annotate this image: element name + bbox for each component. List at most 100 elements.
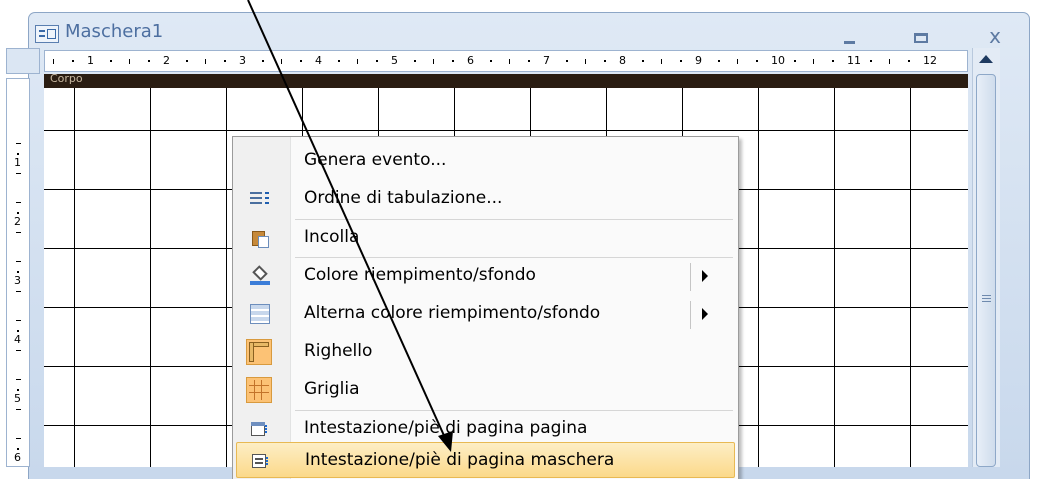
ruler-tick — [338, 60, 340, 62]
menu-item-intestazione-maschera[interactable]: Intestazione/piè di pagina maschera — [236, 442, 735, 478]
page-header-icon — [250, 419, 270, 439]
submenu-divider — [690, 301, 691, 329]
ruler-tick — [509, 59, 510, 64]
ruler-tick — [186, 60, 188, 62]
scroll-thumb[interactable] — [976, 74, 996, 467]
vertical-scrollbar[interactable] — [972, 48, 1000, 467]
checked-indicator — [246, 377, 272, 403]
ruler-number: 6 — [467, 54, 474, 67]
scroll-up-arrow-icon[interactable] — [973, 48, 1000, 70]
ruler-tick — [452, 60, 454, 62]
ruler-tick — [642, 60, 644, 62]
ruler-tick — [813, 59, 814, 64]
ruler-tick — [16, 350, 21, 351]
ruler-tick — [585, 59, 586, 64]
ruler-tick — [300, 60, 302, 62]
ruler-tick — [224, 60, 226, 62]
menu-item-label: Intestazione/piè di pagina maschera — [305, 450, 615, 470]
ruler-tick — [17, 330, 19, 332]
menu-item-label: Alterna colore riempimento/sfondo — [304, 303, 601, 323]
ruler-tick — [16, 320, 21, 321]
ruler-tick — [756, 60, 758, 62]
menu-item-label: Griglia — [304, 379, 360, 399]
ruler-tick — [870, 60, 872, 62]
ruler-tick — [16, 202, 21, 203]
paste-icon — [250, 228, 270, 248]
ruler-number: 1 — [87, 54, 94, 67]
ruler-tick — [16, 173, 21, 174]
ruler-tick — [908, 60, 910, 62]
menu-item-genera-evento[interactable]: Genera evento... — [236, 142, 735, 180]
ruler-tick — [17, 212, 19, 214]
ruler-tick — [433, 59, 434, 64]
fill-color-icon — [250, 265, 270, 286]
menu-item-label: Ordine di tabulazione... — [304, 188, 503, 208]
ruler-tick — [17, 448, 19, 450]
section-label: Corpo — [50, 72, 83, 85]
menu-item-griglia[interactable]: Griglia — [236, 371, 735, 409]
ruler-tick — [737, 59, 738, 64]
ruler-tick — [357, 59, 358, 64]
form-header-icon — [251, 451, 271, 471]
menu-item-label: Colore riempimento/sfondo — [304, 265, 536, 285]
menu-item-incolla[interactable]: Incolla — [236, 219, 735, 257]
close-button[interactable]: x — [975, 23, 1015, 49]
maximize-button[interactable] — [901, 23, 941, 49]
ruler-tick — [566, 60, 568, 62]
ruler-number: 8 — [619, 54, 626, 67]
context-menu: Genera evento... Ordine di tabulazione..… — [232, 136, 739, 479]
vertical-ruler[interactable]: 1 2 3 4 5 6 — [6, 78, 30, 467]
ruler-tick — [16, 379, 21, 380]
submenu-arrow-icon[interactable] — [702, 308, 708, 320]
ruler-tick — [794, 60, 796, 62]
ruler-number: 2 — [14, 215, 21, 228]
ruler-number: 12 — [923, 54, 937, 67]
ruler-tick — [53, 59, 54, 64]
minimize-button[interactable] — [829, 23, 869, 49]
ruler-number: 5 — [14, 392, 21, 405]
menu-item-label: Incolla — [304, 227, 360, 247]
ruler-tick — [16, 291, 21, 292]
ruler-number: 9 — [695, 54, 702, 67]
grid-icon — [249, 380, 269, 400]
ruler-tick — [490, 60, 492, 62]
ruler-tick — [528, 60, 530, 62]
menu-item-righello[interactable]: Righello — [236, 333, 735, 371]
ruler-number: 7 — [543, 54, 550, 67]
ruler-tick — [680, 60, 682, 62]
ruler-number: 1 — [14, 156, 21, 169]
menu-item-label: Intestazione/piè di pagina pagina — [304, 418, 588, 438]
submenu-arrow-icon[interactable] — [702, 270, 708, 282]
ruler-tick — [17, 389, 19, 391]
ruler-number: 2 — [163, 54, 170, 67]
horizontal-ruler[interactable]: 1 2 3 4 5 6 7 8 9 10 11 12 — [44, 50, 968, 72]
ruler-tick — [72, 60, 74, 62]
ruler-corner-select-box[interactable] — [6, 48, 40, 74]
ruler-tick — [110, 60, 112, 62]
checked-indicator — [246, 339, 272, 365]
tab-order-icon — [250, 189, 270, 209]
ruler-tick — [262, 60, 264, 62]
menu-item-colore-riempimento[interactable]: Colore riempimento/sfondo — [236, 257, 735, 295]
ruler-number: 10 — [771, 54, 785, 67]
ruler-tick — [718, 60, 720, 62]
ruler-tick — [16, 261, 21, 262]
ruler-tick — [205, 59, 206, 64]
ruler-tick — [414, 60, 416, 62]
alternate-fill-icon — [250, 304, 270, 324]
ruler-tick — [281, 59, 282, 64]
ruler-number: 5 — [391, 54, 398, 67]
menu-item-label: Genera evento... — [304, 150, 447, 170]
ruler-tick — [17, 153, 19, 155]
ruler-tick — [148, 60, 150, 62]
menu-item-alterna-colore[interactable]: Alterna colore riempimento/sfondo — [236, 295, 735, 333]
submenu-divider — [690, 263, 691, 291]
menu-item-label: Righello — [304, 341, 373, 361]
ruler-number: 6 — [14, 451, 21, 464]
form-icon — [35, 25, 59, 43]
section-bar-body[interactable]: Corpo — [44, 72, 968, 88]
menu-item-ordine-tabulazione[interactable]: Ordine di tabulazione... — [236, 180, 735, 218]
ruler-tick — [16, 143, 21, 144]
ruler-number: 11 — [847, 54, 861, 67]
ruler-tick — [889, 59, 890, 64]
